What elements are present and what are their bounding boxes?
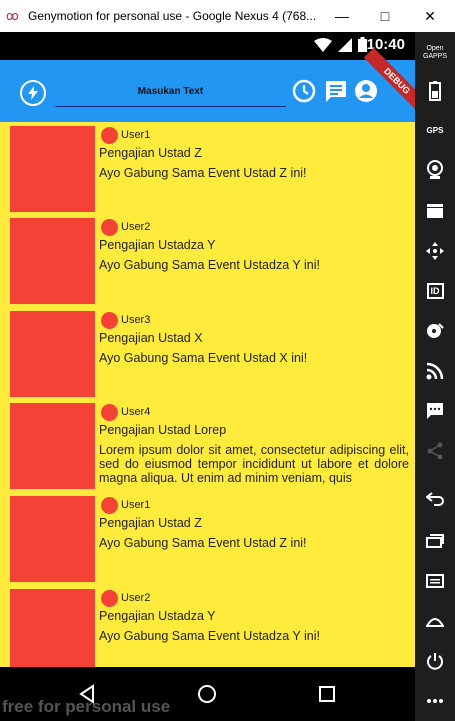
user-name: User1 [121,499,151,511]
window-title: Genymotion for personal use - Google Nex… [28,9,317,23]
battery-button[interactable] [420,76,450,106]
home-icon [198,685,216,703]
event-thumbnail [10,218,95,304]
search-input[interactable]: Masukan Text [55,76,286,107]
event-thumbnail [10,589,95,667]
sms-icon [427,403,443,419]
webcam-button[interactable] [420,155,450,185]
minimize-button[interactable]: — [322,0,362,32]
list-item[interactable]: User2 Pengajian Ustadza Y Ayo Gabung Sam… [8,585,410,667]
avatar [101,589,118,607]
list-item[interactable]: User3 Pengajian Ustad X Ayo Gabung Sama … [8,307,410,399]
device-screen: 10:40 Masukan Text DEBUG User1 Pengajian… [0,32,431,721]
home-side-button[interactable] [420,606,450,636]
share-icon [427,442,443,460]
user-name: User3 [121,314,151,326]
event-list[interactable]: User1 Pengajian Ustad Z Ayo Gabung Sama … [0,122,415,667]
recent-apps-side-button[interactable] [420,526,450,556]
clapperboard-icon [427,204,443,218]
list-item[interactable]: User1 Pengajian Ustad Z Ayo Gabung Sama … [8,492,410,584]
user-name: User1 [121,129,151,141]
genymotion-logo-icon: oo [6,9,19,23]
user-name: User4 [121,406,151,418]
event-thumbnail [10,403,95,489]
battery-icon [429,81,441,101]
list-item[interactable]: User1 Pengajian Ustad Z Ayo Gabung Sama … [8,122,410,214]
event-description: Ayo Gabung Sama Event Ustad Z ini! [99,536,307,550]
back-side-button[interactable] [420,484,450,514]
avatar [101,126,118,144]
event-title: Pengajian Ustadza Y [99,609,216,623]
back-arrow-icon [426,492,444,506]
avatar [101,218,118,236]
more-dots-icon [427,699,443,703]
list-item[interactable]: User2 Pengajian Ustadza Y Ayo Gabung Sam… [8,214,410,306]
user-name: User2 [121,221,151,233]
genymotion-sidebar: Open GAPPS GPS ID [415,32,455,721]
window-title-bar: oo Genymotion for personal use - Google … [0,0,455,32]
gps-button[interactable]: GPS [420,116,450,146]
signal-icon [338,37,352,52]
flash-icon [28,86,38,100]
chat-icon[interactable] [323,78,349,104]
account-icon[interactable] [353,78,379,104]
recents-button[interactable] [312,679,342,709]
close-button[interactable]: ✕ [410,0,450,32]
dpad-icon [426,242,444,260]
avatar [101,311,118,329]
rss-icon [426,362,444,380]
event-description: Ayo Gabung Sama Event Ustad Z ini! [99,166,307,180]
dpad-button[interactable] [420,236,450,266]
event-title: Pengajian Ustadza Y [99,238,216,252]
id-label: ID [426,283,444,299]
watermark: free for personal use [2,697,171,716]
event-description: Ayo Gabung Sama Event Ustad X ini! [99,351,308,365]
power-button[interactable] [420,646,450,676]
recent-apps-icon [426,534,444,548]
share-button[interactable] [420,436,450,466]
event-thumbnail [10,126,95,212]
open-gapps-button[interactable]: Open GAPPS [420,38,450,68]
home-side-icon [426,618,444,627]
wifi-icon [314,37,332,52]
menu-side-button[interactable] [420,566,450,596]
power-icon [427,653,443,670]
home-button[interactable] [192,679,222,709]
maximize-button[interactable]: □ [365,0,405,32]
event-title: Pengajian Ustad Z [99,146,202,160]
app-bar: Masukan Text DEBUG [0,47,431,122]
clock-icon[interactable] [291,78,317,104]
disk-io-button[interactable] [420,316,450,346]
sms-button[interactable] [420,396,450,426]
event-description: Ayo Gabung Sama Event Ustadza Y ini! [99,258,320,272]
list-item[interactable]: User4 Pengajian Ustad Lorep Lorem ipsum … [8,399,410,491]
recents-icon [319,686,335,702]
event-description: Ayo Gabung Sama Event Ustadza Y ini! [99,629,320,643]
disk-icon [427,323,444,338]
webcam-icon [427,160,443,179]
open-gapps-label: Open GAPPS [422,45,448,60]
network-button[interactable] [420,356,450,386]
event-title: Pengajian Ustad Lorep [99,423,227,437]
user-name: User2 [121,592,151,604]
status-bar: 10:40 [0,32,415,60]
avatar [101,496,118,514]
menu-icon [426,574,444,588]
avatar [101,403,118,421]
event-description: Lorem ipsum dolor sit amet, consectetur … [99,443,409,485]
flash-button[interactable] [20,80,46,106]
event-title: Pengajian Ustad X [99,331,203,345]
more-button[interactable] [420,686,450,716]
gps-label: GPS [426,126,444,135]
event-thumbnail [10,311,95,397]
device-id-button[interactable]: ID [420,276,450,306]
event-title: Pengajian Ustad Z [99,516,202,530]
event-thumbnail [10,496,95,582]
media-button[interactable] [420,196,450,226]
